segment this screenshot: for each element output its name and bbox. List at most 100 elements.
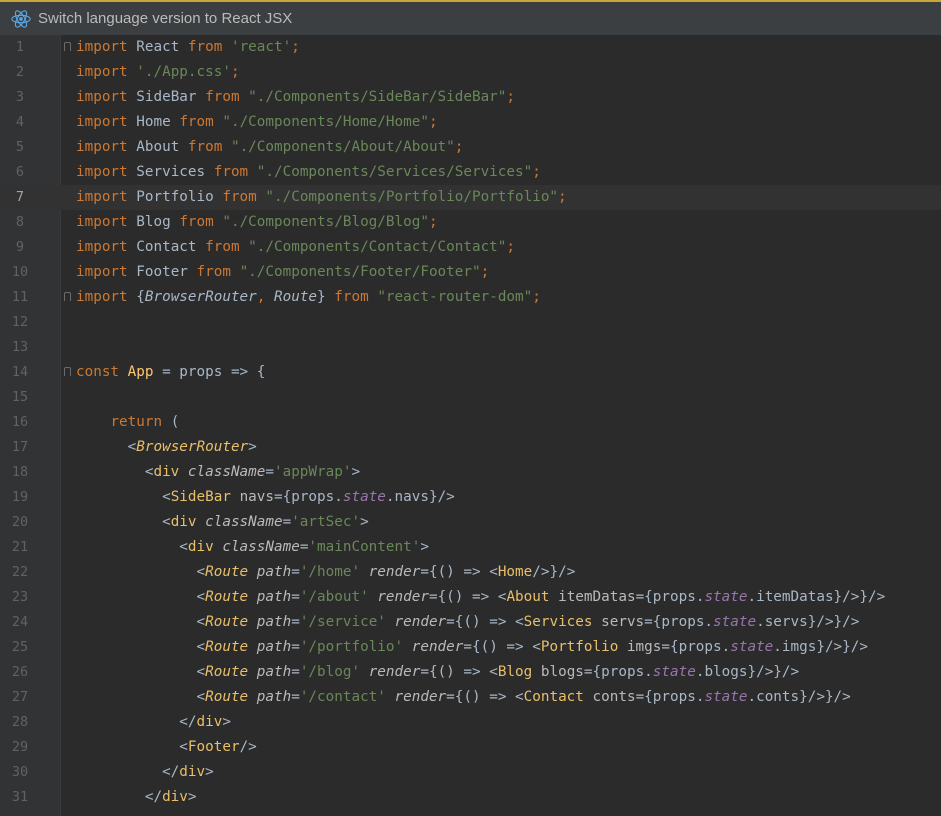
code-line[interactable]: 31 </div> <box>0 785 941 810</box>
code-text: import About from "./Components/About/Ab… <box>76 135 463 160</box>
code-line[interactable]: 26 <Route path='/blog' render={() => <Bl… <box>0 660 941 685</box>
code-token: div <box>162 789 188 805</box>
code-token: render <box>377 589 429 605</box>
code-line[interactable]: 4 import Home from "./Components/Home/Hom… <box>0 110 941 135</box>
code-token: ={() => < <box>446 614 524 630</box>
code-token: render <box>394 614 447 630</box>
code-line[interactable]: 23 <Route path='/about' render={() => <A… <box>0 585 941 610</box>
code-line[interactable]: 21 <div className='mainContent'> <box>0 535 941 560</box>
line-number: 26 <box>11 664 29 680</box>
code-line[interactable]: 5 import About from "./Components/About/A… <box>0 135 941 160</box>
code-token: .blogs}/>}/> <box>695 664 800 680</box>
code-token: render <box>394 689 447 705</box>
code-text: <Route path='/service' render={() => <Se… <box>76 610 860 635</box>
code-token: from <box>205 239 240 255</box>
line-number: 3 <box>15 89 25 105</box>
code-token: ; <box>428 214 438 230</box>
code-line[interactable]: 30 </div> <box>0 760 941 785</box>
code-line[interactable]: 13 <box>0 335 941 360</box>
line-number: 11 <box>11 289 29 305</box>
code-text: <Route path='/home' render={() => <Home/… <box>76 560 576 585</box>
code-token: Contact <box>127 239 206 255</box>
fold-marker-icon[interactable] <box>64 42 71 51</box>
code-token: > <box>351 464 361 480</box>
code-line[interactable]: 18 <div className='appWrap'> <box>0 460 941 485</box>
code-line[interactable]: 25 <Route path='/portfolio' render={() =… <box>0 635 941 660</box>
code-token: = <box>291 589 300 605</box>
code-token: 'mainContent' <box>308 539 421 555</box>
line-number: 6 <box>15 164 25 180</box>
code-token: ; <box>230 64 240 80</box>
code-line[interactable]: 1 import React from 'react'; <box>0 35 941 60</box>
code-token: > <box>222 714 231 730</box>
code-line[interactable]: 6 import Services from "./Components/Serv… <box>0 160 941 185</box>
code-line[interactable]: 8 import Blog from "./Components/Blog/Blo… <box>0 210 941 235</box>
code-token: ; <box>506 89 516 105</box>
code-token: ={props. <box>635 589 705 605</box>
code-line[interactable]: 12 <box>0 310 941 335</box>
code-text: </div> <box>76 710 231 735</box>
code-line[interactable]: 24 <Route path='/service' render={() => … <box>0 610 941 635</box>
code-token: 'artSec' <box>291 514 361 530</box>
code-line[interactable]: 3 import SideBar from "./Components/SideB… <box>0 85 941 110</box>
code-token: 'react' <box>230 39 292 55</box>
code-token: .navs}/> <box>385 489 455 505</box>
code-token: Blog <box>497 664 533 680</box>
code-line[interactable]: 27 <Route path='/contact' render={() => … <box>0 685 941 710</box>
code-token: ; <box>558 189 567 205</box>
code-token: path <box>256 589 292 605</box>
code-line[interactable]: 2 import './App.css'; <box>0 60 941 85</box>
language-switch-banner[interactable]: Switch language version to React JSX <box>0 0 941 35</box>
code-token: "react-router-dom" <box>377 289 533 305</box>
code-token: ; <box>454 139 464 155</box>
code-token: </ <box>76 714 197 730</box>
code-editor[interactable]: 1 import React from 'react'; 2 import './Ap… <box>0 35 941 816</box>
code-line[interactable]: 20 <div className='artSec'> <box>0 510 941 535</box>
code-token: ={props. <box>635 689 705 705</box>
code-line[interactable]: 11 import {BrowserRouter, Route} from "re… <box>0 285 941 310</box>
fold-marker-icon[interactable] <box>64 367 71 376</box>
code-line[interactable]: 22 <Route path='/home' render={() => <Ho… <box>0 560 941 585</box>
code-token: 'appWrap' <box>273 464 352 480</box>
code-line[interactable]: 7 import Portfolio from "./Components/Por… <box>0 185 941 210</box>
code-token: App <box>127 364 154 380</box>
code-text: <div className='artSec'> <box>76 510 369 535</box>
line-number: 13 <box>11 339 29 355</box>
fold-marker-icon[interactable] <box>64 292 71 301</box>
code-text: import Home from "./Components/Home/Home… <box>76 110 438 135</box>
code-token: blogs <box>540 664 584 680</box>
code-token: Route <box>205 614 249 630</box>
code-text: import React from 'react'; <box>76 35 300 60</box>
code-token: from <box>179 114 214 130</box>
code-token: ={props. <box>644 614 714 630</box>
code-token: BrowserRouter <box>144 289 257 305</box>
code-line[interactable]: 17 <BrowserRouter> <box>0 435 941 460</box>
code-line[interactable]: 14 const App = props => { <box>0 360 941 385</box>
code-token: Route <box>205 664 249 680</box>
code-line[interactable]: 28 </div> <box>0 710 941 735</box>
code-text: import './App.css'; <box>76 60 240 85</box>
code-token: ={props. <box>583 664 653 680</box>
code-line[interactable]: 10 import Footer from "./Components/Foote… <box>0 260 941 285</box>
code-line[interactable]: 15 <box>0 385 941 410</box>
code-line[interactable]: 29 <Footer/> <box>0 735 941 760</box>
line-number: 29 <box>11 739 29 755</box>
code-token: div <box>196 714 223 730</box>
code-token: </ <box>76 789 163 805</box>
code-text: <Footer/> <box>76 735 257 760</box>
code-token: > <box>248 439 257 455</box>
code-token: '/service' <box>299 614 386 630</box>
line-number: 15 <box>11 389 29 405</box>
code-token: '/portfolio' <box>299 639 404 655</box>
code-line[interactable]: 9 import Contact from "./Components/Conta… <box>0 235 941 260</box>
code-line[interactable]: 19 <SideBar navs={props.state.navs}/> <box>0 485 941 510</box>
line-number: 31 <box>11 789 29 805</box>
code-text: import Contact from "./Components/Contac… <box>76 235 515 260</box>
code-token: ; <box>480 264 490 280</box>
code-line[interactable]: 16 return ( <box>0 410 941 435</box>
code-token: import <box>76 239 128 255</box>
